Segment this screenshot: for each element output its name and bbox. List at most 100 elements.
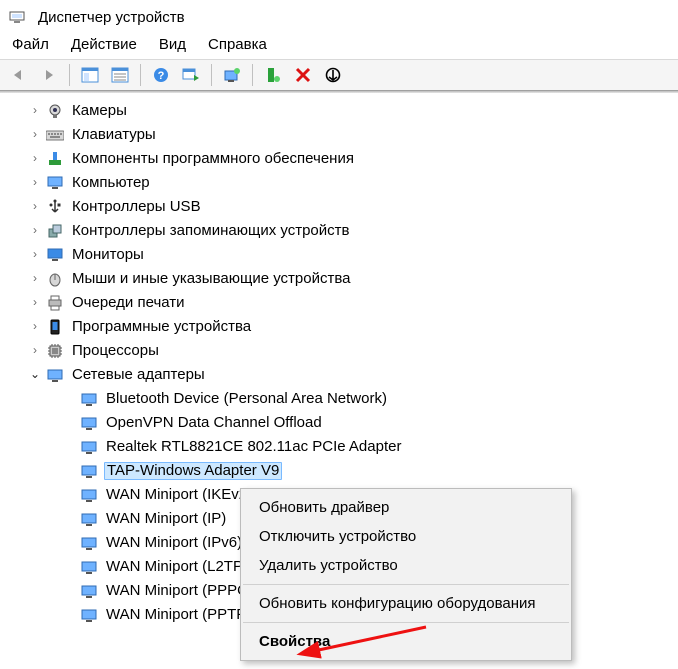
tree-node-software-components[interactable]: › Компоненты программного обеспечения [8, 147, 678, 171]
ctx-uninstall-device[interactable]: Удалить устройство [241, 551, 571, 580]
chevron-right-icon: › [28, 200, 42, 213]
tree-node-adapter[interactable]: Bluetooth Device (Personal Area Network) [8, 387, 678, 411]
monitor-icon [46, 246, 64, 264]
menu-view[interactable]: Вид [159, 36, 186, 53]
ctx-disable-device[interactable]: Отключить устройство [241, 522, 571, 551]
network-adapter-icon [80, 390, 98, 408]
tree-node-computer[interactable]: ›Компьютер [8, 171, 678, 195]
tree-label: Контроллеры запоминающих устройств [70, 222, 351, 241]
usb-icon [46, 198, 64, 216]
uninstall-device-button[interactable] [290, 62, 316, 88]
tree-label: TAP-Windows Adapter V9 [104, 462, 282, 481]
toolbar-sep [252, 64, 253, 86]
toolbar-sep [69, 64, 70, 86]
network-adapter-icon [80, 462, 98, 480]
enable-device-button[interactable] [260, 62, 286, 88]
tree-label: WAN Miniport (IP) [104, 510, 228, 529]
tree-label: Контроллеры USB [70, 198, 203, 217]
network-adapter-icon [80, 606, 98, 624]
device-manager-window: Диспетчер устройств Файл Действие Вид Сп… [0, 0, 678, 669]
storage-icon [46, 222, 64, 240]
tree-label: Мыши и иные указывающие устройства [70, 270, 352, 289]
tree-node-adapter[interactable]: OpenVPN Data Channel Offload [8, 411, 678, 435]
scan-hardware-button[interactable] [178, 62, 204, 88]
ctx-separator [243, 622, 569, 623]
tree-node-processors[interactable]: › Процессоры [8, 339, 678, 363]
tree-label: Компоненты программного обеспечения [70, 150, 356, 169]
software-component-icon [46, 150, 64, 168]
menu-action[interactable]: Действие [71, 36, 137, 53]
help-button[interactable]: ? [148, 62, 174, 88]
forward-button[interactable] [36, 62, 62, 88]
tree-label: WAN Miniport (IPv6) [104, 534, 244, 553]
ctx-separator [243, 584, 569, 585]
tree-node-network-adapters[interactable]: ⌄Сетевые адаптеры [8, 363, 678, 387]
network-adapter-icon [80, 414, 98, 432]
toolbar-sep [211, 64, 212, 86]
tree-label: OpenVPN Data Channel Offload [104, 414, 324, 433]
chevron-right-icon: › [28, 272, 42, 285]
tree-node-software-devices[interactable]: › Программные устройства [8, 315, 678, 339]
disable-device-button[interactable] [320, 62, 346, 88]
tree-node-print-queues[interactable]: › Очереди печати [8, 291, 678, 315]
printer-icon [46, 294, 64, 312]
svg-text:?: ? [158, 70, 165, 82]
computer-icon [46, 174, 64, 192]
context-menu: Обновить драйвер Отключить устройство Уд… [240, 488, 572, 661]
properties-button[interactable] [107, 62, 133, 88]
tree-node-cameras[interactable]: › Камеры [8, 99, 678, 123]
chevron-right-icon: › [28, 128, 42, 141]
ctx-update-driver[interactable]: Обновить драйвер [241, 493, 571, 522]
tree-label: Камеры [70, 102, 129, 121]
tree-node-mice[interactable]: › Мыши и иные указывающие устройства [8, 267, 678, 291]
tree-label: Очереди печати [70, 294, 187, 313]
chevron-right-icon: › [28, 296, 42, 309]
tree-label: Сетевые адаптеры [70, 366, 207, 385]
tree-node-adapter-selected[interactable]: TAP-Windows Adapter V9 [8, 459, 678, 483]
tree-node-storage-controllers[interactable]: › Контроллеры запоминающих устройств [8, 219, 678, 243]
network-adapter-icon [80, 438, 98, 456]
chevron-right-icon: › [28, 104, 42, 117]
camera-icon [46, 102, 64, 120]
tree-label: Клавиатуры [70, 126, 158, 145]
tree-node-adapter[interactable]: Realtek RTL8821CE 802.11ac PCIe Adapter [8, 435, 678, 459]
network-adapter-icon [80, 582, 98, 600]
tree-node-usb-controllers[interactable]: › Контроллеры USB [8, 195, 678, 219]
menu-help[interactable]: Справка [208, 36, 267, 53]
network-adapter-icon [80, 534, 98, 552]
network-adapter-icon [80, 486, 98, 504]
chevron-right-icon: › [28, 248, 42, 261]
devmgr-icon [8, 8, 26, 26]
chevron-right-icon: › [28, 344, 42, 357]
toolbar: ? [0, 59, 678, 91]
tree-label: Компьютер [70, 174, 152, 193]
tree-node-keyboards[interactable]: › Клавиатуры [8, 123, 678, 147]
back-button[interactable] [6, 62, 32, 88]
tree-label: Realtek RTL8821CE 802.11ac PCIe Adapter [104, 438, 403, 457]
ctx-properties[interactable]: Свойства [241, 627, 571, 656]
network-adapter-icon [80, 510, 98, 528]
tree-label: WAN Miniport (IKEv2) [104, 486, 254, 505]
tree-label: WAN Miniport (L2TP) [104, 558, 250, 577]
network-adapter-icon [80, 558, 98, 576]
chevron-right-icon: › [28, 320, 42, 333]
chevron-right-icon: › [28, 224, 42, 237]
tree-node-monitors[interactable]: › Мониторы [8, 243, 678, 267]
ctx-scan-hardware[interactable]: Обновить конфигурацию оборудования [241, 589, 571, 618]
tree-label: Процессоры [70, 342, 161, 361]
chevron-right-icon: › [28, 152, 42, 165]
toolbar-sep [140, 64, 141, 86]
update-driver-button[interactable] [219, 62, 245, 88]
tree-label: WAN Miniport (PPTP) [104, 606, 253, 625]
menu-file[interactable]: Файл [12, 36, 49, 53]
menu-bar: Файл Действие Вид Справка [0, 32, 678, 59]
software-device-icon [46, 318, 64, 336]
mouse-icon [46, 270, 64, 288]
tree-label: Программные устройства [70, 318, 253, 337]
tree-label: Мониторы [70, 246, 146, 265]
network-adapter-icon [46, 366, 64, 384]
cpu-icon [46, 342, 64, 360]
show-hide-tree-button[interactable] [77, 62, 103, 88]
keyboard-icon [46, 126, 64, 144]
tree-label: Bluetooth Device (Personal Area Network) [104, 390, 389, 409]
